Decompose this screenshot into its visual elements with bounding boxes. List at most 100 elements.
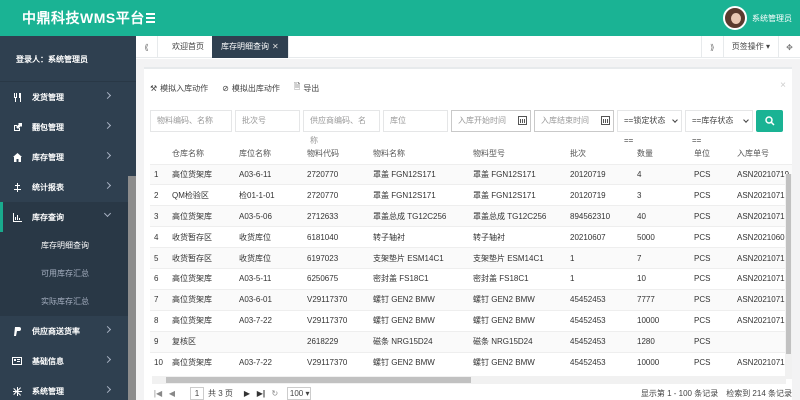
col-batch[interactable]: 批次: [566, 144, 633, 164]
table-row[interactable]: 1 高位货架库 A03-6-11 2720770 罩盖 FGN12S171 罩盖 FGN1…: [150, 163, 792, 185]
tab-scroll-left-button[interactable]: ⟪: [136, 36, 158, 58]
user-menu[interactable]: 系统管理员: [723, 5, 792, 31]
login-info: 登录人：系统管理员: [0, 36, 136, 82]
cell-quantity: 4: [633, 163, 690, 185]
cell-quantity: 3: [633, 184, 690, 206]
col-material-model[interactable]: 物料型号: [469, 144, 566, 164]
sidebar-scrollbar[interactable]: [128, 176, 136, 400]
scroll-thumb[interactable]: [166, 377, 471, 383]
cell-quantity: 10000: [633, 351, 690, 373]
sidebar-item-shipping[interactable]: 发货管理: [0, 82, 136, 112]
caret-down-icon: ▾: [765, 42, 770, 51]
table-row[interactable]: 4 收货暂存区 收货库位 6181040 转子轴衬 转子轴衬 20210607 5000 PCS…: [150, 226, 792, 248]
batch-input[interactable]: 批次号: [235, 110, 300, 132]
simulate-outbound-button[interactable]: ⊘ 模拟出库动作: [222, 81, 280, 95]
first-page-button[interactable]: |◀: [152, 389, 164, 398]
sidebar-item-repack[interactable]: 翻包管理: [0, 112, 136, 142]
date-start-input[interactable]: 入库开始时间: [451, 110, 531, 132]
table-row[interactable]: 5 收货暂存区 收货库位 6197023 支架垫片 ESM14C1 支架垫片 ESM14C…: [150, 247, 792, 269]
cell-material-code: 6181040: [303, 226, 369, 248]
sidebar-subitem-actual-stock[interactable]: 实际库存汇总: [0, 288, 136, 316]
col-unit[interactable]: 单位: [690, 144, 733, 164]
cell-batch: 45452453: [566, 288, 633, 311]
tab-operations-dropdown[interactable]: 页签操作 ▾: [722, 36, 778, 58]
table-row[interactable]: 3 高位货架库 A03-5-06 2712633 罩盖总成 TG12C256 罩盖总成 T…: [150, 205, 792, 227]
tab-scroll-right-button[interactable]: ⟫: [700, 36, 723, 58]
sidebar-item-inventory[interactable]: 库存管理: [0, 142, 136, 172]
sidebar-subitem-available-stock[interactable]: 可用库存汇总: [0, 260, 136, 288]
cell-index: 10: [150, 351, 168, 373]
sidebar-item-basic-info[interactable]: 基础信息: [0, 346, 136, 376]
page-size-select[interactable]: 100 ▾: [286, 387, 311, 400]
sidebar-subitem-stock-detail[interactable]: 库存明细查询: [0, 232, 136, 260]
table-row[interactable]: 7 高位货架库 A03-6-01 V29117370 螺钉 GEN2 BMW 螺钉 GEN…: [150, 288, 792, 311]
table-row[interactable]: 10 高位货架库 A03-7-22 V29117370 螺钉 GEN2 BMW 螺钉 GE…: [150, 351, 792, 373]
table-horizontal-scrollbar[interactable]: [152, 376, 786, 384]
table-row[interactable]: 9 复核区 2618229 磁条 NRG15D24 磁条 NRG15D24 4545245…: [150, 330, 792, 353]
cell-batch: 894562310: [566, 205, 633, 227]
cell-material-name: 转子轴衬: [369, 226, 469, 248]
cell-material-code: 6250675: [303, 267, 369, 290]
avatar[interactable]: [723, 6, 747, 30]
material-code-input[interactable]: 物料编码、名称: [150, 110, 232, 132]
asterisk-icon: [12, 386, 22, 396]
table-row[interactable]: 2 QM检验区 检01-1-01 2720770 罩盖 FGN12S171 罩盖 FGN1…: [150, 184, 792, 206]
col-index[interactable]: [150, 144, 168, 164]
tab-home[interactable]: 欢迎首页: [163, 36, 214, 58]
prev-page-button[interactable]: ◀: [166, 389, 178, 398]
chevron-left-icon: [103, 325, 112, 334]
close-panel-icon[interactable]: ×: [780, 80, 786, 91]
sidebar-item-label: 库存管理: [32, 152, 64, 162]
chevron-left-icon: [103, 91, 112, 100]
paypal-icon: [12, 326, 22, 336]
cell-inbound-no: ASN20210719: [733, 163, 792, 185]
last-page-button[interactable]: ▶|: [255, 389, 267, 398]
fullscreen-button[interactable]: ✥: [778, 36, 800, 58]
cell-batch: 45452453: [566, 309, 633, 332]
calendar-icon: [601, 116, 610, 125]
col-location[interactable]: 库位名称: [235, 144, 303, 164]
stock-status-select[interactable]: ==库存状态==: [685, 110, 753, 145]
supplier-input[interactable]: 供应商编码、名称: [303, 110, 380, 145]
cell-batch: 20210607: [566, 226, 633, 248]
scroll-thumb[interactable]: [786, 174, 791, 354]
close-icon[interactable]: ✕: [272, 42, 279, 51]
double-chevron-right-icon: ⟫: [710, 42, 715, 52]
cell-material-name: 罩盖 FGN12S171: [369, 163, 469, 185]
username[interactable]: 系统管理员: [752, 13, 792, 24]
bar-chart-icon: [12, 212, 22, 222]
search-button[interactable]: [756, 110, 783, 132]
table-row[interactable]: 6 高位货架库 A03-5-11 6250675 密封盖 FS18C1 密封盖 FS18C…: [150, 267, 792, 290]
cell-unit: PCS: [690, 184, 733, 206]
cell-unit: PCS: [690, 247, 733, 269]
col-material-name[interactable]: 物料名称: [369, 144, 469, 164]
col-quantity[interactable]: 数量: [633, 144, 690, 164]
next-page-button[interactable]: ▶: [241, 389, 253, 398]
simulate-inbound-button[interactable]: ⚒ 模拟入库动作: [150, 81, 208, 95]
hamburger-menu-icon[interactable]: [146, 10, 155, 23]
cell-unit: PCS: [690, 205, 733, 227]
sidebar-item-reports[interactable]: 统计报表: [0, 172, 136, 202]
col-warehouse[interactable]: 仓库名称: [168, 144, 235, 164]
sidebar-item-stock-query[interactable]: 库存查询: [0, 202, 136, 232]
cell-location: 检01-1-01: [235, 184, 303, 206]
stock-table-wrapper: 仓库名称 库位名称 物料代码 物料名称 物料型号 批次 数量 单位 入库单号 1…: [150, 144, 792, 376]
table-vertical-scrollbar[interactable]: [785, 174, 792, 379]
tab-stock-detail[interactable]: 库存明细查询 ✕: [212, 36, 289, 58]
sidebar-item-supplier-delivery[interactable]: 供应商送货率: [0, 316, 136, 346]
sidebar-item-system[interactable]: 系统管理: [0, 376, 136, 400]
chevron-left-icon: [103, 355, 112, 364]
col-material-code[interactable]: 物料代码: [303, 144, 369, 164]
date-end-input[interactable]: 入库结束时间: [534, 110, 614, 132]
page-input[interactable]: 1: [190, 387, 204, 400]
table-row[interactable]: 8 高位货架库 A03-7-22 V29117370 螺钉 GEN2 BMW 螺钉 GEN…: [150, 309, 792, 332]
list-icon: [12, 182, 22, 192]
cell-location: 收货库位: [235, 247, 303, 269]
col-inbound-no[interactable]: 入库单号: [733, 144, 792, 164]
refresh-icon[interactable]: ↻: [269, 389, 281, 398]
location-input[interactable]: 库位: [383, 110, 448, 132]
export-button[interactable]: 🗎 导出: [294, 81, 319, 95]
cell-material-name: 罩盖 FGN12S171: [369, 184, 469, 206]
double-chevron-left-icon: ⟪: [144, 42, 149, 52]
lock-status-select[interactable]: ==锁定状态==: [617, 110, 682, 145]
